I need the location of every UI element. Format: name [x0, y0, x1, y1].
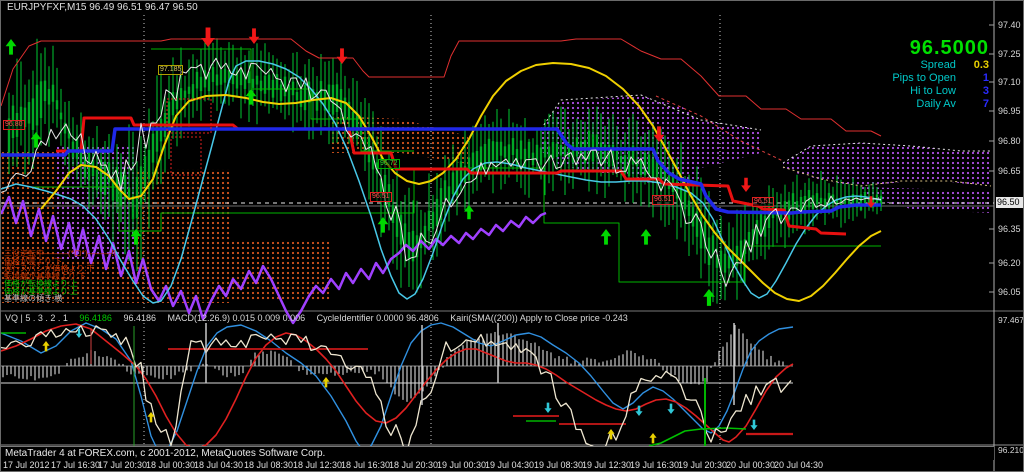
price-axis-label: 96.80: [998, 136, 1021, 146]
chart-price-label: 97.185: [158, 65, 183, 75]
indicator-header-segment: VQ | 5 . 3 . 2 . 1: [5, 313, 68, 323]
time-axis-label: 19 Jul 20:30: [678, 460, 727, 470]
chart-price-label: 96.72: [378, 159, 400, 169]
quote-row: Pips to Open 1: [892, 72, 989, 85]
time-axis-label: 17 Jul 16:30: [51, 460, 100, 470]
time-axis-label: 19 Jul 00:30: [437, 460, 486, 470]
price-axis-label: 96.95: [998, 106, 1021, 116]
quote-row: Hi to Low 3: [892, 85, 989, 98]
quote-row: Spread 0.3: [892, 59, 989, 72]
time-axis-label: 19 Jul 16:30: [630, 460, 679, 470]
price-axis-label: 96.20: [998, 258, 1021, 268]
indicator-header-segment: MACD(12.26.9) 0.015 0.009 0.006: [168, 313, 306, 323]
chart-title: EURJPYFXF,M15 96.49 96.51 96.47 96.50: [7, 2, 198, 13]
time-axis-label: 19 Jul 08:30: [534, 460, 583, 470]
time-axis-label: 20 Jul 04:30: [774, 460, 823, 470]
chart-price-label: 96.80: [3, 120, 25, 130]
indicator-header: VQ | 5 . 3 . 2 . 1 96.4186 96.4186 MACD(…: [5, 313, 637, 323]
price-axis-label: 97.10: [998, 77, 1021, 87]
price-axis-label: 96.65: [998, 166, 1021, 176]
indicator-header-segment: 96.4186: [79, 313, 112, 323]
chart-price-label: 96.51: [652, 195, 674, 205]
ichimoku-signal-block: 三役逆転中———(*ロ*)———!! 価格が雲より:下 遅行スパンが価格より:下…: [4, 250, 116, 303]
time-axis-label: 17 Jul 2012: [3, 460, 50, 470]
mt4-chart-window: EURJPYFXF,M15 96.49 96.51 96.47 96.50 96…: [0, 0, 1024, 472]
price-axis-label: 97.40: [998, 20, 1021, 30]
indicator-header-segment: Kairi(SMA((200)) Apply to Close price -0…: [450, 313, 628, 323]
signal-line: 基準線の傾き:横: [4, 295, 116, 303]
chart-price-label: 96.51: [370, 192, 392, 202]
indicator-header-segment: 96.4186: [123, 313, 156, 323]
current-price-axis-label: 96.50: [996, 197, 1024, 208]
subwindow-axis-max: 97.4673: [998, 315, 1024, 325]
time-axis-label: 18 Jul 16:30: [341, 460, 390, 470]
time-axis-label: 18 Jul 08:30: [244, 460, 293, 470]
chart-price-label: 96.51: [752, 197, 774, 207]
quote-panel: 96.5000 Spread 0.3 Pips to Open 1 Hi to …: [892, 37, 989, 111]
subwindow-axis-min: 96.2103: [998, 445, 1024, 455]
time-axis-label: 18 Jul 00:30: [146, 460, 195, 470]
indicator-subwindow-area[interactable]: [1, 313, 994, 445]
main-chart-area[interactable]: [1, 15, 994, 311]
time-axis-label: 20 Jul 00:30: [726, 460, 775, 470]
price-axis-label: 96.05: [998, 287, 1021, 297]
price-axis[interactable]: 97.40 97.25 97.10 96.95 96.80 96.65 96.3…: [998, 1, 1024, 472]
price-axis-label: 96.35: [998, 224, 1021, 234]
price-axis-label: 97.25: [998, 49, 1021, 59]
time-axis-label: 19 Jul 12:30: [582, 460, 631, 470]
quote-row: Daily Av 7: [892, 98, 989, 111]
indicator-header-segment: CycleIdentifier 0.0000 96.4806: [317, 313, 439, 323]
time-axis-label: 19 Jul 04:30: [485, 460, 534, 470]
time-axis-label: 18 Jul 12:30: [293, 460, 342, 470]
time-axis-label: 17 Jul 20:30: [98, 460, 147, 470]
time-axis-label: 18 Jul 04:30: [194, 460, 243, 470]
time-axis[interactable]: 17 Jul 2012 17 Jul 16:30 17 Jul 20:30 18…: [1, 460, 1024, 472]
time-axis-label: 18 Jul 20:30: [389, 460, 438, 470]
status-bar: MetaTrader 4 at FOREX.com, c 2001-2012, …: [1, 446, 994, 460]
current-price-readout: 96.5000: [892, 37, 989, 59]
